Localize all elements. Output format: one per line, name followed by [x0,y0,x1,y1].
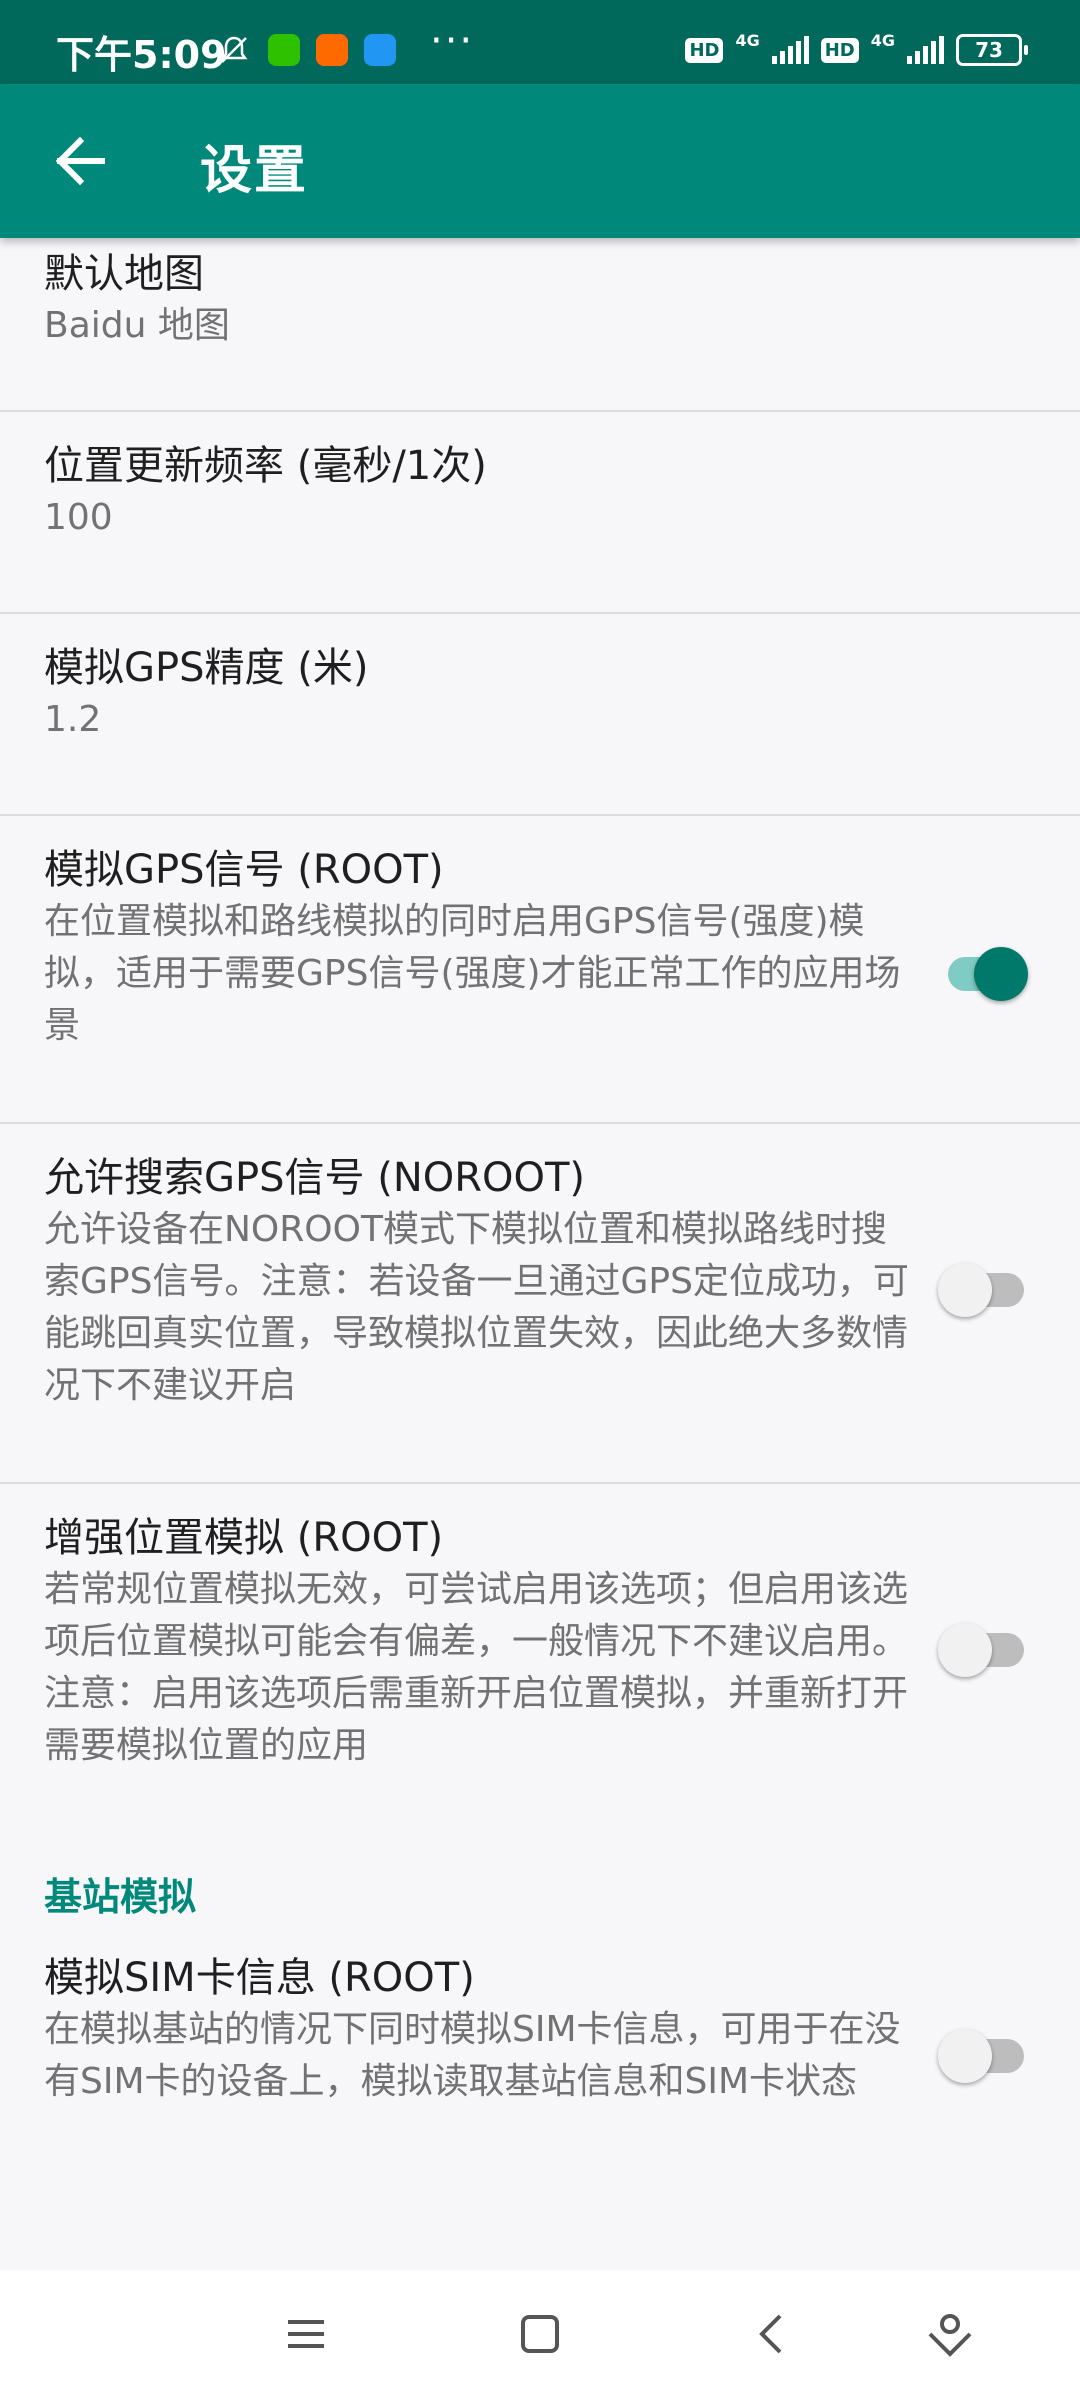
toggle-thumb [974,947,1028,1001]
more-notifications-icon: ··· [430,18,475,64]
setting-title: 模拟GPS精度 (米) [44,645,369,691]
sim-info-toggle[interactable] [938,2022,1028,2083]
setting-description: 在模拟基站的情况下同时模拟SIM卡信息，可用于在没有SIM卡的设备上，模拟读取基… [44,2009,901,2102]
setting-default-map[interactable]: 默认地图 Baidu 地图 [0,238,1080,410]
status-bar: 下午5:09 ··· HD 4G HD 4G 73 [0,0,1080,84]
allow-search-gps-toggle[interactable] [938,1256,1028,1317]
hd-icon: HD [820,37,859,63]
status-time: 下午5:09 [56,33,227,77]
setting-title: 默认地图 [44,251,204,297]
setting-description: 在位置模拟和路线模拟的同时启用GPS信号(强度)模拟，适用于需要GPS信号(强度… [44,901,901,1046]
back-chevron-icon[interactable] [742,2304,802,2364]
settings-list: 默认地图 Baidu 地图 位置更新频率 (毫秒/1次) 100 模拟GPS精度… [0,238,1080,2192]
section-header-base-station: 基站模拟 [44,1875,197,1919]
enhanced-location-toggle[interactable] [938,1616,1028,1677]
toggle-thumb [938,1263,992,1317]
gps-signal-toggle[interactable] [938,940,1028,1001]
network-type: 4G [870,30,895,50]
setting-enhanced-location[interactable]: 增强位置模拟 (ROOT) 若常规位置模拟无效，可尝试启用该选项；但启用该选项后… [0,1484,1080,1872]
assistant-icon[interactable] [920,2304,980,2364]
setting-gps-signal[interactable]: 模拟GPS信号 (ROOT) 在位置模拟和路线模拟的同时启用GPS信号(强度)模… [0,816,1080,1122]
battery-icon: 73 [956,34,1028,66]
setting-title: 模拟GPS信号 (ROOT) [44,847,444,893]
setting-title: 模拟SIM卡信息 (ROOT) [44,1955,475,2001]
setting-title: 位置更新频率 (毫秒/1次) [44,443,487,489]
navigation-bar [0,2270,1080,2400]
wechat-icon [268,34,300,66]
setting-value: 100 [44,497,113,538]
setting-value: 1.2 [44,699,102,740]
status-indicators: HD 4G HD 4G 73 [685,30,1028,70]
hd-icon: HD [685,37,724,63]
setting-value: Baidu 地图 [44,305,230,346]
arrow-left-icon[interactable] [46,126,116,196]
setting-description: 若常规位置模拟无效，可尝试启用该选项；但启用该选项后位置模拟可能会有偏差，一般情… [44,1569,909,1766]
muted-bell-icon [220,36,248,63]
setting-description: 允许设备在NOROOT模式下模拟位置和模拟路线时搜索GPS信号。注意：若设备一旦… [44,1209,909,1406]
setting-update-rate[interactable]: 位置更新频率 (毫秒/1次) 100 [0,412,1080,612]
toggle-thumb [938,2029,992,2083]
setting-sim-info[interactable]: 模拟SIM卡信息 (ROOT) 在模拟基站的情况下同时模拟SIM卡信息，可用于在… [0,1922,1080,2192]
network-type: 4G [735,30,760,50]
setting-gps-accuracy[interactable]: 模拟GPS精度 (米) 1.2 [0,614,1080,814]
setting-title: 增强位置模拟 (ROOT) [44,1515,444,1561]
setting-allow-search-gps[interactable]: 允许搜索GPS信号 (NOROOT) 允许设备在NOROOT模式下模拟位置和模拟… [0,1124,1080,1482]
page-title: 设置 [200,141,309,201]
toggle-thumb [938,1623,992,1677]
app-notification-icon [364,34,396,66]
mi-icon [316,34,348,66]
signal-icon [907,36,944,64]
setting-title: 允许搜索GPS信号 (NOROOT) [44,1155,586,1201]
home-square-icon[interactable] [510,2304,570,2364]
signal-icon [771,36,809,64]
menu-icon[interactable] [276,2304,336,2364]
app-bar: 设置 [0,84,1080,238]
